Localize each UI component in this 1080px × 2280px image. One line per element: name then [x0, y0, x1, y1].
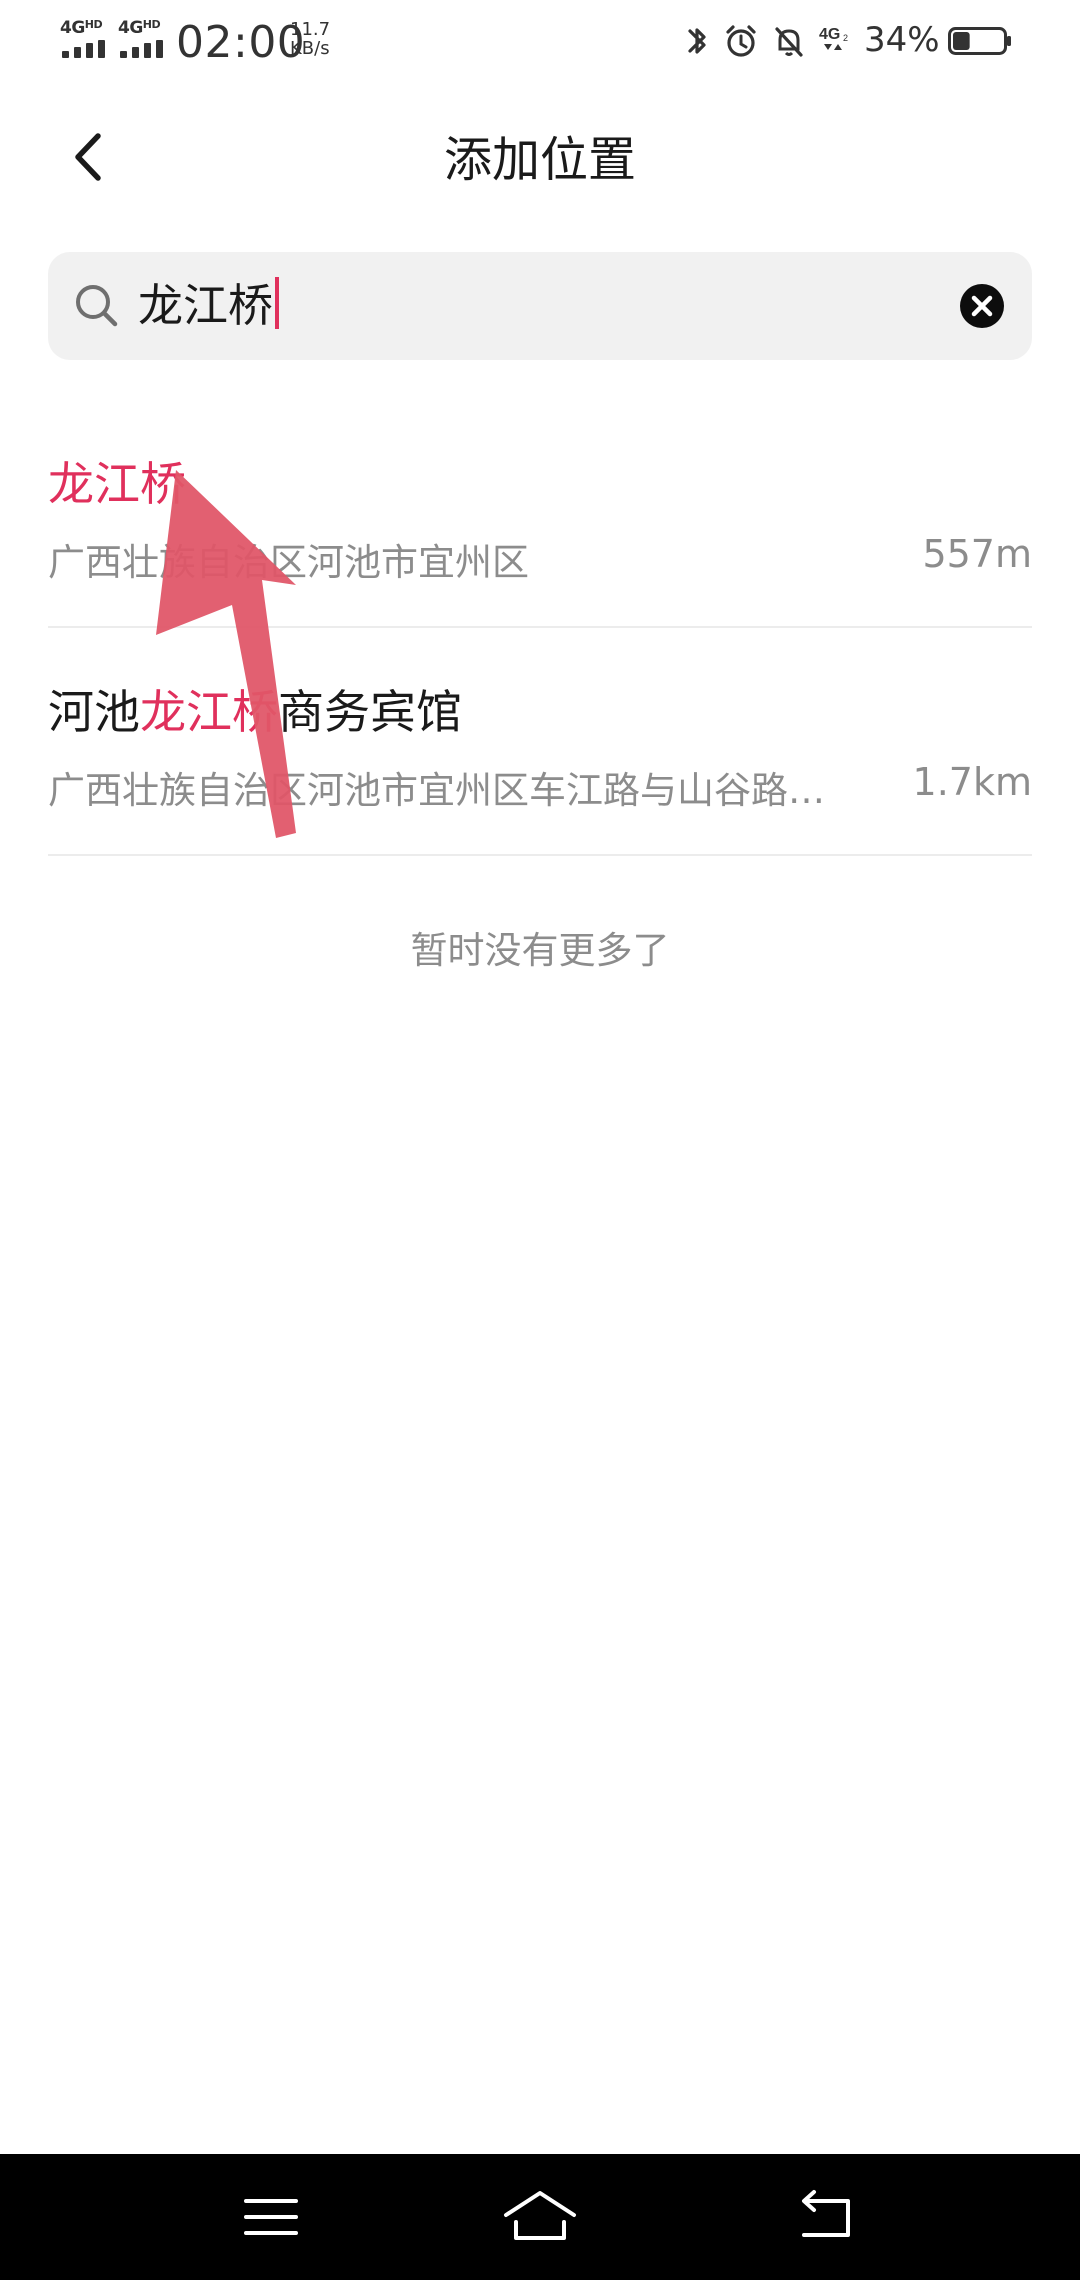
page-title: 添加位置 [443, 132, 636, 188]
network-speed-value: 11.7 [290, 19, 331, 40]
result-distance: 557m [922, 532, 1032, 576]
sim2-signal-icon: 4GHD [118, 18, 168, 62]
system-nav-bar [0, 2154, 1080, 2280]
result-address: 广西壮族自治区河池市宜州区 [48, 541, 529, 584]
network-speed-unit: KB/s [290, 38, 330, 59]
search-input[interactable]: 龙江桥 [138, 274, 938, 338]
battery-percent: 34% [864, 20, 940, 60]
alarm-icon [726, 25, 756, 57]
search-icon [76, 285, 118, 327]
status-bar: 4GHD 4GHD 02:00 11.7 KB/s 4G 2 34% [0, 0, 1080, 86]
no-more-results-text: 暂时没有更多了 [410, 929, 670, 972]
result-name-highlight: 龙江桥 [140, 685, 278, 739]
text-caret [275, 277, 280, 329]
bluetooth-icon [688, 28, 706, 54]
back-nav-icon[interactable] [784, 2184, 864, 2250]
clear-search-button[interactable] [958, 282, 1006, 330]
battery-icon [948, 27, 1011, 55]
clock: 02:00 [176, 17, 306, 68]
svg-text:4G: 4G [819, 26, 840, 43]
result-item[interactable]: 河池龙江桥商务宾馆 广西壮族自治区河池市宜州区车江路与山谷路… 1.7km [48, 628, 1032, 856]
result-address: 广西壮族自治区河池市宜州区车江路与山谷路… [48, 769, 825, 812]
network-speed: 11.7 KB/s [290, 20, 330, 58]
home-icon[interactable] [500, 2184, 580, 2250]
svg-text:2: 2 [843, 33, 848, 43]
sim1-signal-icon: 4GHD [60, 18, 110, 62]
search-box[interactable]: 龙江桥 [48, 252, 1032, 360]
result-list: 龙江桥 广西壮族自治区河池市宜州区 557m 河池龙江桥商务宾馆 广西壮族自治区… [48, 400, 1032, 856]
result-item[interactable]: 龙江桥 广西壮族自治区河池市宜州区 557m [48, 400, 1032, 628]
result-distance: 1.7km [912, 760, 1032, 804]
4g-data-icon: 4G 2 [819, 26, 848, 50]
search-input-value: 龙江桥 [138, 279, 274, 332]
header: 添加位置 [0, 100, 1080, 210]
result-name: 龙江桥 [48, 448, 186, 514]
menu-icon[interactable] [232, 2184, 312, 2250]
result-name: 河池龙江桥商务宾馆 [48, 685, 462, 739]
mute-icon [775, 27, 803, 57]
result-name-highlight: 龙江桥 [48, 457, 186, 511]
